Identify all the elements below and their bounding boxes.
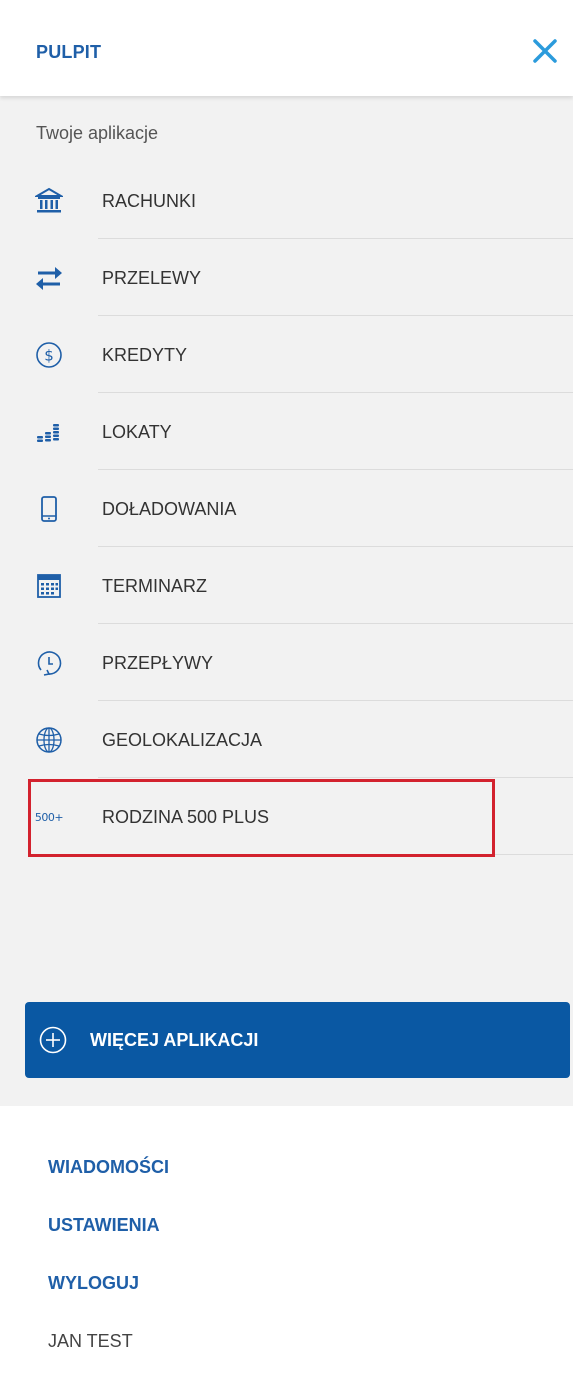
app-item-label: TERMINARZ <box>102 576 207 596</box>
dollar-coin-icon: $ <box>34 340 64 370</box>
app-item-rodzina-500-plus[interactable]: 500+ RODZINA 500 PLUS <box>0 778 573 855</box>
smartphone-icon <box>34 494 64 524</box>
close-button[interactable] <box>530 36 560 66</box>
svg-text:$: $ <box>44 347 54 365</box>
app-item-label: PRZEPŁYWY <box>102 653 214 673</box>
500-plus-icon: 500+ <box>34 802 64 832</box>
app-item-rachunki[interactable]: RACHUNKI <box>0 162 573 239</box>
messages-link[interactable]: WIADOMOŚCI <box>48 1157 169 1178</box>
transfer-arrows-icon <box>34 263 64 293</box>
section-label: Twoje aplikacje <box>36 123 159 143</box>
app-item-doladowania[interactable]: DOŁADOWANIA <box>0 470 573 547</box>
logout-link[interactable]: WYLOGUJ <box>48 1273 139 1294</box>
app-item-label: DOŁADOWANIA <box>102 499 237 519</box>
500-plus-icon-text: 500+ <box>34 810 64 824</box>
app-item-przelewy[interactable]: PRZELEWY <box>0 239 573 316</box>
app-item-lokaty[interactable]: LOKATY <box>0 393 573 470</box>
more-apps-button[interactable]: WIĘCEJ APLIKACJI <box>25 1002 570 1078</box>
app-item-label: RACHUNKI <box>102 191 197 211</box>
app-item-label: KREDYTY <box>102 345 188 365</box>
app-item-label: RODZINA 500 PLUS <box>102 807 270 827</box>
close-icon[interactable] <box>530 36 560 66</box>
app-item-terminarz[interactable]: TERMINARZ <box>0 547 573 624</box>
calendar-icon <box>34 571 64 601</box>
coin-stacks-icon <box>34 417 64 447</box>
header: PULPIT <box>0 0 573 96</box>
app-item-label: PRZELEWY <box>102 268 202 288</box>
app-item-geolokalizacja[interactable]: GEOLOKALIZACJA <box>0 701 573 778</box>
settings-link[interactable]: USTAWIENIA <box>48 1215 160 1236</box>
app-item-label: GEOLOKALIZACJA <box>102 730 263 750</box>
globe-icon <box>34 725 64 755</box>
bank-icon <box>34 186 64 216</box>
page-title: PULPIT <box>36 42 102 62</box>
user-name: JAN TEST <box>48 1331 133 1351</box>
app-item-label: LOKATY <box>102 422 172 442</box>
more-apps-label: WIĘCEJ APLIKACJI <box>90 1030 259 1050</box>
app-item-przeplywy[interactable]: PRZEPŁYWY <box>0 624 573 701</box>
clock-cycle-icon <box>34 648 64 678</box>
app-item-kredyty[interactable]: $ KREDYTY <box>0 316 573 393</box>
divider <box>98 854 573 855</box>
plus-circle-icon <box>38 1025 68 1055</box>
